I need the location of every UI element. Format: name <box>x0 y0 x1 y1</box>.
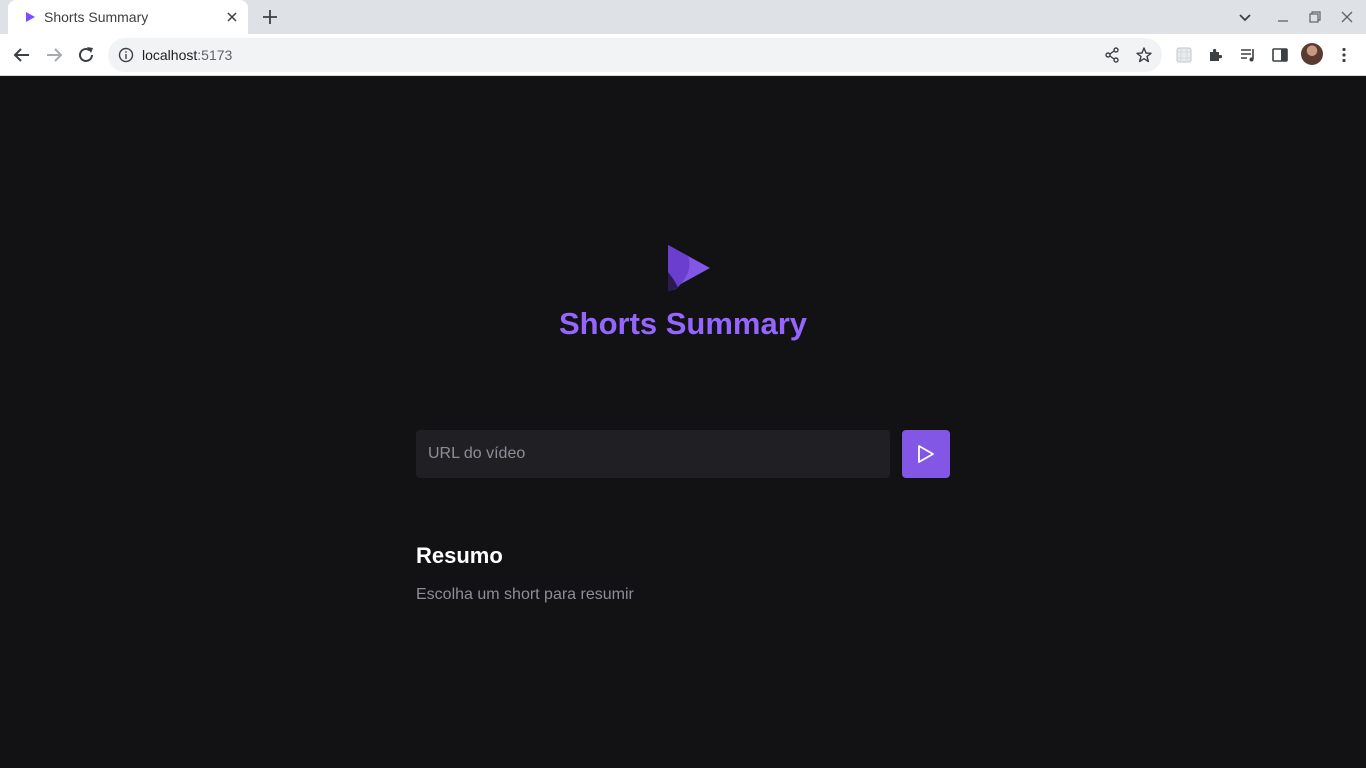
close-icon[interactable] <box>224 9 240 25</box>
extension-grid-icon[interactable] <box>1175 46 1193 64</box>
logo-icon <box>668 245 710 291</box>
minimize-icon[interactable] <box>1274 8 1292 26</box>
play-icon <box>918 445 934 463</box>
url-port: :5173 <box>197 47 233 63</box>
url-text[interactable]: localhost:5173 <box>142 47 232 63</box>
window-close-icon[interactable] <box>1338 8 1356 26</box>
share-icon[interactable] <box>1103 46 1121 64</box>
tab-title: Shorts Summary <box>44 9 149 25</box>
puzzle-icon[interactable] <box>1207 46 1225 64</box>
summarize-button[interactable] <box>902 430 950 478</box>
browser-tab-strip: Shorts Summary <box>0 0 1366 34</box>
plus-icon[interactable] <box>260 7 280 27</box>
browser-tab[interactable]: Shorts Summary <box>8 0 248 34</box>
summary-heading: Resumo <box>416 543 503 568</box>
reload-icon[interactable] <box>75 44 97 66</box>
url-host: localhost <box>142 47 198 63</box>
star-icon[interactable] <box>1135 46 1153 64</box>
chevron-down-icon[interactable] <box>1236 8 1254 26</box>
address-bar[interactable]: localhost:5173 <box>108 38 1162 72</box>
tab-favicon-icon <box>26 12 35 22</box>
restore-icon[interactable] <box>1306 8 1324 26</box>
profile-avatar[interactable] <box>1301 43 1323 65</box>
info-icon[interactable] <box>118 47 134 63</box>
video-url-input[interactable] <box>416 430 890 478</box>
forward-arrow-icon[interactable] <box>43 44 65 66</box>
app-page: Shorts Summary Resumo Escolha um short p… <box>0 77 1366 768</box>
summary-text: Escolha um short para resumir <box>416 586 634 603</box>
app-title: Shorts Summary <box>558 306 808 341</box>
side-panel-icon[interactable] <box>1271 46 1289 64</box>
browser-toolbar: localhost:5173 <box>0 34 1366 76</box>
reading-list-icon[interactable] <box>1239 46 1257 64</box>
back-arrow-icon[interactable] <box>11 44 33 66</box>
kebab-menu-icon[interactable] <box>1335 46 1353 64</box>
